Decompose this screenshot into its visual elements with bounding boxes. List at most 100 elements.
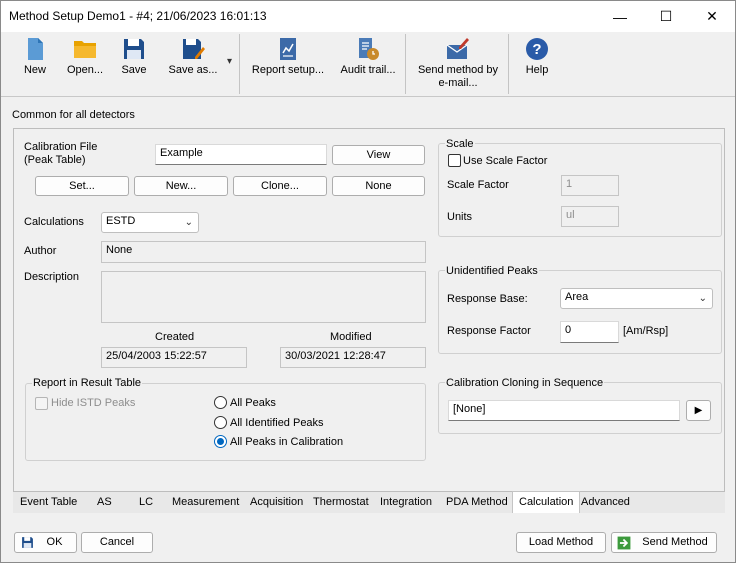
play-arrow-icon: ▶ [694,405,703,416]
save-label: Save [121,64,147,76]
new-label: New [23,64,46,76]
author-field[interactable]: None [101,241,426,263]
tab-integration[interactable]: Integration [374,492,438,513]
all-peaks-in-calibration-label: All Peaks in Calibration [230,436,344,448]
calculations-label: Calculations [24,216,84,228]
toolbar-separator [405,34,406,94]
units-label: Units [447,211,473,223]
send-arrow-icon [617,536,631,550]
ok-button[interactable]: OK [14,532,77,553]
tab-advanced[interactable]: Advanced [575,492,636,513]
audit-trail-label: Audit trail... [340,64,396,76]
description-field[interactable] [101,271,426,323]
hide-istd-label: Hide ISTD Peaks [51,397,136,409]
units-field[interactable]: ul [561,206,619,227]
calibration-file-label-line1: Calibration File [24,141,98,153]
calibration-cloning-title: Calibration Cloning in Sequence [445,377,605,389]
send-method-button[interactable]: Send Method [611,532,717,553]
help-icon: ? [526,38,548,60]
method-setup-window: Method Setup Demo1 - #4; 21/06/2023 16:0… [0,0,736,563]
calculations-value: ESTD [106,215,136,227]
created-label: Created [155,331,195,343]
new-button[interactable]: New [15,32,55,96]
tab-thermostat[interactable]: Thermostat [307,492,375,513]
response-factor-field[interactable]: 0 [560,321,619,343]
response-base-value: Area [565,291,589,303]
toolbar-separator [508,34,509,94]
response-factor-unit: [Am/Rsp] [623,325,669,337]
report-setup-icon [280,38,296,60]
window-title: Method Setup Demo1 - #4; 21/06/2023 16:0… [9,9,267,23]
save-as-icon [183,39,205,59]
toolbar-separator [239,34,240,94]
calibration-file-label: Calibration File (Peak Table) [24,141,97,167]
new-calibration-button[interactable]: New... [134,176,228,196]
help-button[interactable]: ? Help [517,32,557,96]
calibration-file-field[interactable]: Example [155,144,327,165]
save-as-dropdown-arrow[interactable]: ▾ [227,56,232,67]
view-button[interactable]: View [332,145,425,165]
maximize-button[interactable]: ☐ [643,1,689,32]
audit-trail-icon [359,38,379,60]
all-identified-peaks-radio[interactable] [214,416,227,429]
response-factor-label: Response Factor [447,325,531,337]
save-as-label: Save as... [168,64,218,76]
chevron-down-icon: ⌄ [698,293,707,304]
toolbar: New Open... Save Save as... ▾ Report set… [1,32,735,97]
report-setup-label: Report setup... [251,64,325,76]
load-method-button[interactable]: Load Method [516,532,606,553]
report-group-title: Report in Result Table [32,377,143,389]
description-label: Description [24,271,80,283]
modified-field: 30/03/2021 12:28:47 [280,347,426,368]
new-document-icon [28,38,43,60]
cloning-browse-button[interactable]: ▶ [686,400,711,421]
save-as-button[interactable]: Save as... [163,32,223,96]
tab-as[interactable]: AS [91,492,118,513]
tab-pda-method[interactable]: PDA Method [440,492,514,513]
report-setup-button[interactable]: Report setup... [249,32,327,96]
use-scale-factor-checkbox[interactable] [448,154,461,167]
all-peaks-label: All Peaks [230,397,276,409]
modified-label: Modified [330,331,372,343]
use-scale-factor-label: Use Scale Factor [463,155,548,167]
all-peaks-in-calibration-radio[interactable] [214,435,227,448]
scale-factor-field[interactable]: 1 [561,175,619,196]
all-identified-peaks-label: All Identified Peaks [230,417,324,429]
hide-istd-checkbox[interactable] [35,397,48,410]
close-button[interactable]: ✕ [689,1,735,32]
help-label: Help [525,64,549,76]
send-email-label-line2: e-mail... [438,77,478,89]
tab-event-table[interactable]: Event Table [14,492,83,513]
none-button[interactable]: None [332,176,425,196]
cloning-sequence-field[interactable]: [None] [448,400,680,421]
open-button[interactable]: Open... [61,32,109,96]
send-method-label: Send Method [642,536,708,548]
all-peaks-radio[interactable] [214,396,227,409]
folder-open-icon [74,41,96,58]
author-label: Author [24,245,57,257]
ok-label: OK [46,536,63,548]
svg-text:?: ? [532,41,541,58]
send-method-email-button[interactable]: Send method by e-mail... [413,32,503,96]
tab-measurement[interactable]: Measurement [166,492,245,513]
clone-button[interactable]: Clone... [233,176,327,196]
scale-factor-label: Scale Factor [447,179,509,191]
send-email-label-line1: Send method by [417,64,499,76]
cancel-button[interactable]: Cancel [81,532,153,553]
floppy-disk-icon [22,537,33,548]
response-base-select[interactable]: Area ⌄ [560,288,713,309]
created-field: 25/04/2003 15:22:57 [101,347,247,368]
unidentified-peaks-title: Unidentified Peaks [445,265,539,277]
minimize-button[interactable]: — [597,1,643,32]
open-label: Open... [66,64,104,76]
tab-acquisition[interactable]: Acquisition [244,492,309,513]
calculations-select[interactable]: ESTD ⌄ [101,212,199,233]
set-button[interactable]: Set... [35,176,129,196]
save-button[interactable]: Save [113,32,155,96]
tab-lc[interactable]: LC [133,492,159,513]
floppy-disk-icon [124,39,144,59]
chevron-down-icon: ⌄ [184,217,193,228]
tab-calculation[interactable]: Calculation [512,491,581,513]
audit-trail-button[interactable]: Audit trail... [337,32,399,96]
calibration-file-label-line2: (Peak Table) [24,154,86,166]
